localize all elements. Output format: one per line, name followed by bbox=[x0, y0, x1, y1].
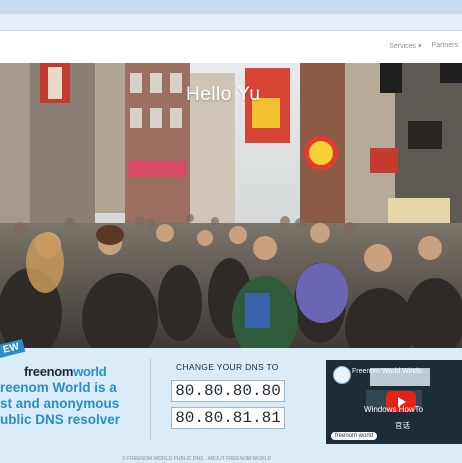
freenom-world-logo: freenomworld bbox=[24, 364, 107, 379]
video-brand-label: freenom world bbox=[331, 432, 378, 440]
channel-avatar-icon[interactable] bbox=[333, 366, 351, 384]
video-title[interactable]: Freenom World Windo... bbox=[352, 368, 428, 375]
browser-top-strip bbox=[0, 0, 462, 14]
tagline-line: st and anonymous bbox=[0, 396, 120, 411]
primary-dns-address[interactable]: 80.80.80.80 bbox=[171, 380, 285, 402]
browser-toolbar bbox=[0, 14, 462, 31]
top-nav: Services ▾ Partners bbox=[389, 42, 458, 50]
dns-heading: CHANGE YOUR DNS TO bbox=[176, 362, 279, 372]
video-subtitle: Windows HowTo bbox=[364, 405, 424, 414]
tagline: reenom World is a st and anonymous ublic… bbox=[0, 380, 138, 428]
video-subtitle-chinese: 官话 bbox=[395, 421, 410, 430]
logo-freenom-text: freenom bbox=[24, 364, 74, 379]
secondary-dns-address[interactable]: 80.80.81.81 bbox=[171, 407, 285, 429]
tagline-line: reenom World is a bbox=[0, 380, 117, 395]
nav-services[interactable]: Services ▾ bbox=[389, 42, 421, 50]
nav-partners[interactable]: Partners bbox=[432, 42, 458, 50]
panel-divider bbox=[150, 358, 151, 440]
logo-world-text: world bbox=[73, 364, 107, 379]
tagline-line: ublic DNS resolver bbox=[0, 412, 121, 427]
footer-links[interactable]: © FREENOM WORLD PUBLIC DNS · ABOUT FREEN… bbox=[122, 456, 271, 462]
hero-greeting: Hello Yu bbox=[186, 84, 261, 105]
